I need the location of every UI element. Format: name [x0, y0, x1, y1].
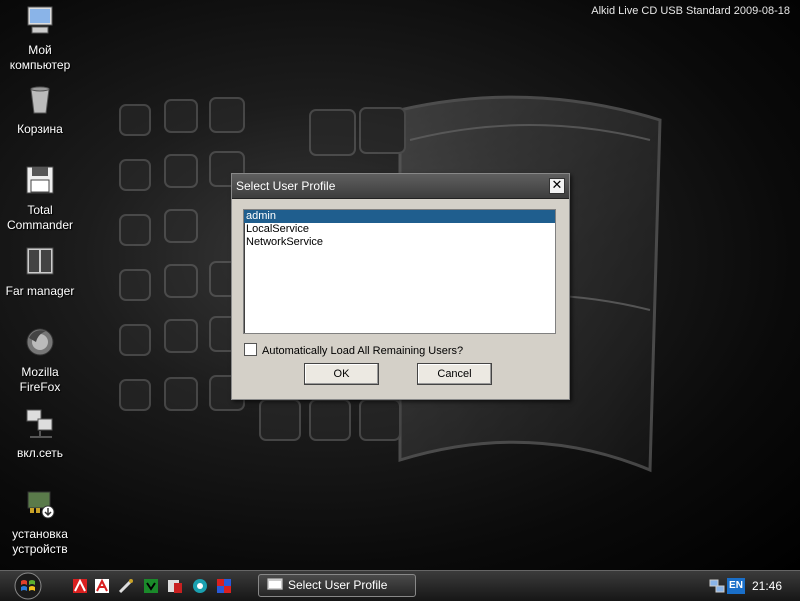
- taskbar-button-select-user-profile[interactable]: Select User Profile: [258, 574, 416, 597]
- window-app-icon: [267, 578, 283, 590]
- close-icon: ✕: [551, 178, 563, 193]
- icon-label-line2: Commander: [6, 218, 74, 232]
- cancel-button[interactable]: Cancel: [417, 363, 492, 385]
- antivirus-icon[interactable]: [72, 578, 88, 594]
- icon-label-line2: FireFox: [19, 380, 61, 394]
- start-button[interactable]: [8, 572, 48, 600]
- profile-listbox[interactable]: admin LocalService NetworkService: [243, 209, 556, 334]
- ok-button[interactable]: OK: [304, 363, 379, 385]
- device-install-icon: [27, 491, 55, 519]
- network-tray-icon[interactable]: [709, 578, 725, 594]
- icon-label-line1: установка: [12, 527, 68, 541]
- desktop-icon-network[interactable]: вкл.сеть: [0, 407, 80, 461]
- far-manager-icon: [26, 247, 54, 275]
- icon-label-line2: компьютер: [9, 58, 71, 72]
- select-user-profile-dialog: Select User Profile ✕ admin LocalService…: [231, 173, 570, 400]
- close-button[interactable]: ✕: [549, 178, 565, 194]
- desktop-icon-firefox[interactable]: Mozilla FireFox: [0, 326, 80, 395]
- desktop-icon-far-manager[interactable]: Far manager: [0, 245, 80, 299]
- icon-label-line1: вкл.сеть: [16, 446, 64, 460]
- profile-item-admin[interactable]: admin: [244, 210, 555, 223]
- language-indicator[interactable]: EN: [727, 578, 745, 594]
- puzzle-icon[interactable]: [216, 578, 232, 594]
- red-app-icon[interactable]: [167, 578, 183, 594]
- clock[interactable]: 21:46: [752, 579, 782, 593]
- avira-icon[interactable]: [94, 578, 110, 594]
- icon-label-line1: Mozilla: [21, 365, 59, 379]
- teal-app-icon[interactable]: [192, 578, 208, 594]
- desktop-icon-my-computer[interactable]: Мой компьютер: [0, 4, 80, 73]
- total-commander-icon: [26, 166, 54, 194]
- task-button-label: Select User Profile: [288, 578, 388, 592]
- profile-item-localservice[interactable]: LocalService: [244, 223, 555, 236]
- firefox-icon: [26, 328, 54, 356]
- icon-label-line1: Total: [27, 203, 53, 217]
- auto-load-checkbox-row[interactable]: Automatically Load All Remaining Users?: [244, 343, 463, 357]
- desktop-icon-device-install[interactable]: установка устройств: [0, 488, 80, 557]
- auto-load-checkbox-label: Automatically Load All Remaining Users?: [262, 345, 464, 357]
- auto-load-checkbox[interactable]: [244, 343, 257, 356]
- network-icon: [26, 409, 53, 438]
- green-app-icon[interactable]: [143, 578, 159, 594]
- profile-item-networkservice[interactable]: NetworkService: [244, 236, 555, 249]
- dialog-titlebar[interactable]: Select User Profile ✕: [232, 174, 569, 199]
- desktop-icon-recycle-bin[interactable]: Корзина: [0, 83, 80, 137]
- icon-label-line1: Мой: [28, 43, 52, 57]
- desktop-icon-total-commander[interactable]: Total Commander: [0, 164, 80, 233]
- recycle-bin-icon: [30, 86, 50, 114]
- my-computer-icon: [27, 6, 53, 34]
- dialog-title: Select User Profile: [236, 179, 336, 193]
- taskbar: Select User Profile EN 21:46: [0, 570, 800, 601]
- version-text: Alkid Live CD USB Standard 2009-08-18: [591, 5, 790, 17]
- icon-label-line2: устройств: [12, 542, 68, 556]
- desktop: Alkid Live CD USB Standard 2009-08-18 Мо…: [0, 0, 800, 570]
- icon-label-line1: Far manager: [5, 284, 75, 298]
- icon-label-line1: Корзина: [17, 122, 63, 136]
- tool-icon[interactable]: [118, 578, 134, 594]
